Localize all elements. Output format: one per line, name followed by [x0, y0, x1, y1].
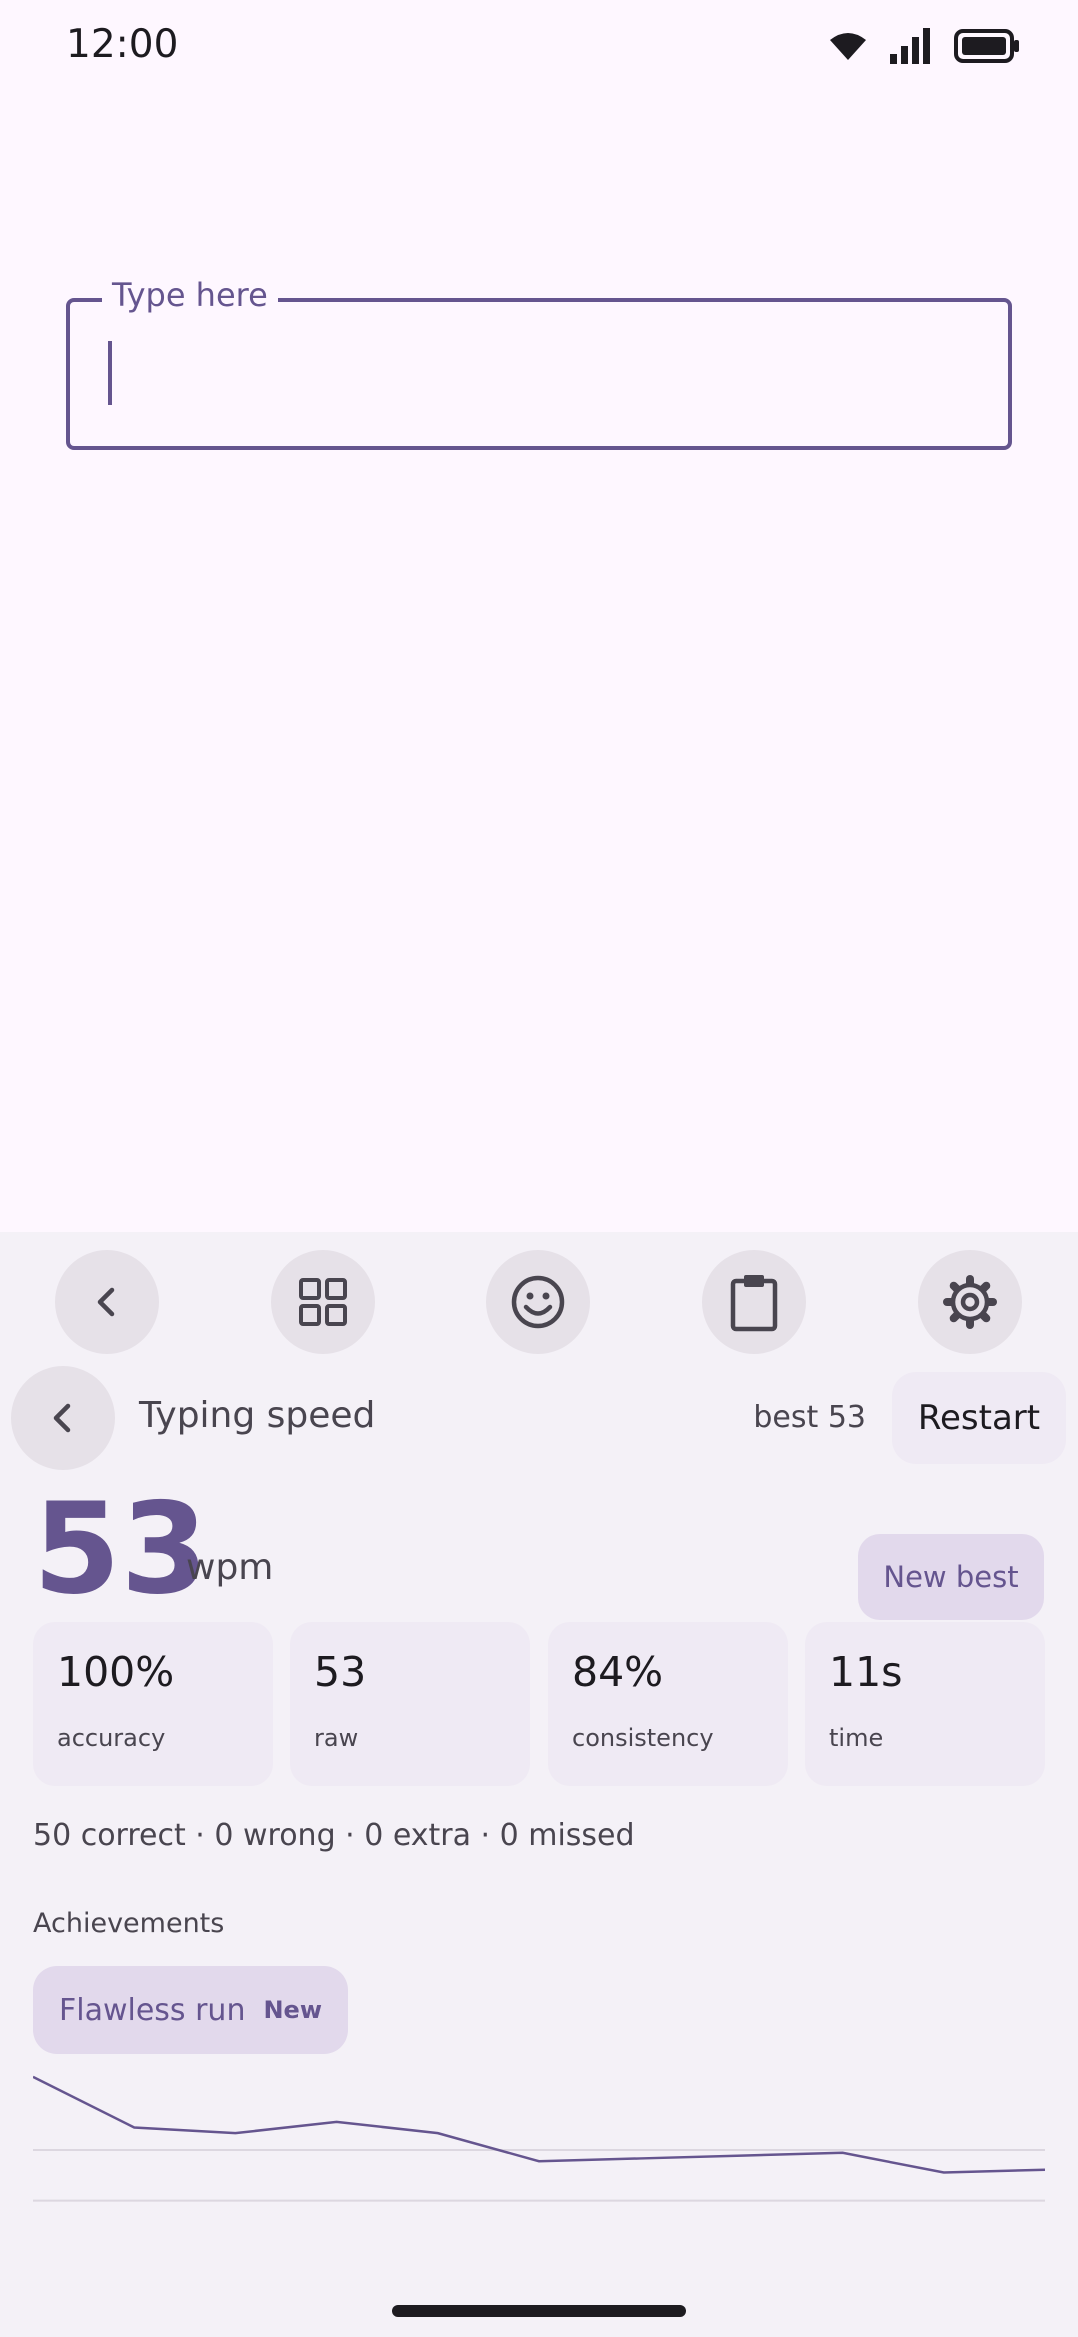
stat-label: raw	[314, 1724, 359, 1752]
text-cursor	[108, 341, 112, 405]
toolbar-clipboard-button[interactable]	[702, 1250, 806, 1354]
stat-card-raw: 53 raw	[290, 1622, 530, 1786]
battery-icon	[954, 29, 1019, 63]
stat-value: 53	[314, 1648, 367, 1696]
signal-icon	[890, 28, 930, 64]
stat-label: accuracy	[57, 1724, 166, 1752]
achievements-heading: Achievements	[33, 1908, 225, 1939]
toolbar-emoji-button[interactable]	[486, 1250, 590, 1354]
type-here-field[interactable]	[66, 298, 1012, 450]
stat-value: 100%	[57, 1648, 175, 1696]
panel-title: Typing speed	[139, 1395, 376, 1436]
emoji-icon	[511, 1275, 565, 1329]
achievement-name: Flawless run	[59, 1992, 246, 2028]
wpm-value: 53	[33, 1475, 209, 1622]
best-score: best 53	[753, 1400, 866, 1435]
stat-card-accuracy: 100% accuracy	[33, 1622, 273, 1786]
achievement-new-badge: New	[263, 1996, 323, 2024]
wpm-history-chart	[33, 2075, 1045, 2202]
type-here-label: Type here	[102, 276, 278, 314]
home-indicator[interactable]	[392, 2305, 686, 2317]
stat-card-consistency: 84% consistency	[548, 1622, 788, 1786]
status-icons	[828, 28, 1020, 64]
restart-button[interactable]: Restart	[892, 1372, 1066, 1464]
status-bar: 12:00	[0, 0, 1078, 96]
toolbar-settings-button[interactable]	[918, 1250, 1022, 1354]
typing-back-button[interactable]	[11, 1366, 115, 1470]
toolbar-grid-button[interactable]	[271, 1250, 375, 1354]
stat-label: time	[829, 1724, 884, 1752]
grid-icon	[299, 1278, 347, 1326]
achievement-chip: Flawless run New	[33, 1966, 349, 2054]
stat-value: 11s	[829, 1648, 903, 1696]
chevron-left-icon	[97, 1287, 115, 1317]
wifi-icon	[830, 33, 866, 60]
stat-label: consistency	[572, 1724, 714, 1752]
clipboard-icon	[730, 1275, 778, 1332]
new-best-badge: New best	[858, 1534, 1044, 1620]
stat-card-time: 11s time	[805, 1622, 1045, 1786]
keystroke-summary: 50 correct · 0 wrong · 0 extra · 0 misse…	[33, 1818, 635, 1853]
stat-value: 84%	[572, 1648, 664, 1696]
gear-icon	[943, 1275, 997, 1329]
status-time: 12:00	[66, 22, 179, 67]
wpm-unit: wpm	[186, 1547, 274, 1588]
chevron-left-icon	[53, 1403, 71, 1433]
toolbar-back-button[interactable]	[55, 1250, 159, 1354]
chart-series-line	[33, 2075, 1045, 2174]
